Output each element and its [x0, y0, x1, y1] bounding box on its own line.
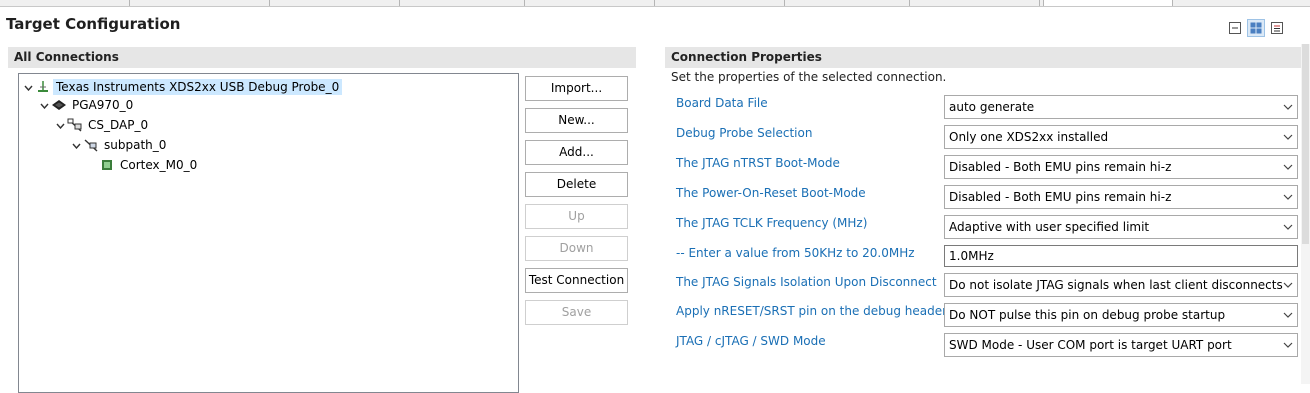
editor-tab-strip: [0, 0, 1310, 7]
select-value: Do NOT pulse this pin on debug probe sta…: [949, 308, 1226, 322]
connections-tree[interactable]: Texas Instruments XDS2xx USB Debug Probe…: [18, 73, 519, 393]
select-value: Adaptive with user specified limit: [949, 220, 1150, 234]
view-toolbar: [1226, 19, 1286, 37]
all-connections-header: All Connections: [8, 47, 636, 68]
chevron-down-icon[interactable]: [21, 81, 35, 94]
property-label-board-data-file: Board Data File: [676, 96, 768, 110]
delete-button[interactable]: Delete: [525, 172, 628, 197]
editor-tab[interactable]: [400, 0, 525, 6]
editor-tab[interactable]: [785, 0, 910, 6]
connection-properties-header: Connection Properties: [665, 47, 1301, 68]
tree-item-cpu[interactable]: Cortex_M0_0: [99, 156, 200, 174]
cpu-icon: [99, 157, 115, 173]
property-label-frequency-value: -- Enter a value from 50KHz to 20.0MHz: [676, 246, 915, 260]
properties-scrollbar[interactable]: [1301, 44, 1310, 384]
chevron-down-icon[interactable]: [1279, 334, 1297, 356]
tree-item-label: subpath_0: [104, 138, 167, 152]
editor-tab[interactable]: [525, 0, 655, 6]
editor-tab[interactable]: [655, 0, 785, 6]
test-connection-button[interactable]: Test Connection: [525, 268, 628, 293]
chevron-down-icon[interactable]: [1279, 126, 1297, 148]
property-label-debug-probe-selection: Debug Probe Selection: [676, 126, 813, 140]
save-button[interactable]: Save: [525, 300, 628, 325]
page-title: Target Configuration: [6, 15, 181, 33]
tree-item-dap[interactable]: CS_DAP_0: [53, 116, 151, 134]
tree-item-label: CS_DAP_0: [88, 118, 149, 132]
editor-tab[interactable]: [910, 0, 1040, 6]
select-value: Disabled - Both EMU pins remain hi-z: [949, 190, 1172, 204]
chevron-down-icon[interactable]: [1279, 156, 1297, 178]
up-button[interactable]: Up: [525, 204, 628, 229]
debug-probe-selection-select[interactable]: Only one XDS2xx installed: [944, 125, 1298, 149]
jtag-swd-mode-select[interactable]: SWD Mode - User COM port is target UART …: [944, 333, 1298, 357]
editor-tab[interactable]: [0, 0, 130, 6]
import-button[interactable]: Import...: [525, 76, 628, 101]
tree-item-label: PGA970_0: [72, 98, 134, 112]
ntrst-boot-mode-select[interactable]: Disabled - Both EMU pins remain hi-z: [944, 155, 1298, 179]
scrollbar-thumb[interactable]: [1302, 44, 1309, 244]
chevron-down-icon[interactable]: [37, 99, 51, 112]
chevron-down-icon[interactable]: [1279, 274, 1297, 296]
tree-item-label: Cortex_M0_0: [120, 158, 198, 172]
select-value: auto generate: [949, 100, 1035, 114]
tclk-frequency-select[interactable]: Adaptive with user specified limit: [944, 215, 1298, 239]
property-label-tclk-frequency: The JTAG TCLK Frequency (MHz): [676, 216, 868, 230]
chevron-down-icon[interactable]: [1279, 96, 1297, 118]
property-label-ntrst-boot-mode: The JTAG nTRST Boot-Mode: [676, 156, 840, 170]
tree-item-label: Texas Instruments XDS2xx USB Debug Probe…: [53, 79, 343, 95]
editor-tab[interactable]: [270, 0, 400, 6]
property-label-nreset-srst: Apply nRESET/SRST pin on the debug heade…: [676, 304, 948, 318]
grid-view-icon[interactable]: [1247, 19, 1265, 37]
subpath-icon: [83, 137, 99, 153]
connection-properties-subtitle: Set the properties of the selected conne…: [671, 70, 947, 84]
tree-item-subpath[interactable]: subpath_0: [69, 136, 169, 154]
signals-isolation-select[interactable]: Do not isolate JTAG signals when last cl…: [944, 273, 1298, 297]
frequency-value-input[interactable]: 1.0MHz: [944, 245, 1298, 267]
board-data-file-select[interactable]: auto generate: [944, 95, 1298, 119]
power-on-reset-boot-mode-select[interactable]: Disabled - Both EMU pins remain hi-z: [944, 185, 1298, 209]
editor-tab[interactable]: [130, 0, 270, 6]
chip-icon: [51, 97, 67, 113]
select-value: Disabled - Both EMU pins remain hi-z: [949, 160, 1172, 174]
list-view-icon[interactable]: [1268, 19, 1286, 37]
chevron-down-icon[interactable]: [1279, 216, 1297, 238]
property-label-jtag-swd-mode: JTAG / cJTAG / SWD Mode: [676, 334, 826, 348]
select-value: SWD Mode - User COM port is target UART …: [949, 338, 1232, 352]
probe-icon: [35, 79, 51, 95]
down-button[interactable]: Down: [525, 236, 628, 261]
add-button[interactable]: Add...: [525, 140, 628, 165]
chevron-down-icon[interactable]: [1279, 186, 1297, 208]
select-value: Do not isolate JTAG signals when last cl…: [949, 278, 1283, 292]
nreset-srst-select[interactable]: Do NOT pulse this pin on debug probe sta…: [944, 303, 1298, 327]
collapse-icon[interactable]: [1226, 19, 1244, 37]
chevron-down-icon[interactable]: [69, 139, 83, 152]
property-label-signals-isolation: The JTAG Signals Isolation Upon Disconne…: [676, 275, 937, 289]
tree-item-device[interactable]: PGA970_0: [37, 96, 136, 114]
chevron-down-icon[interactable]: [53, 119, 67, 132]
editor-tab-active[interactable]: [1043, 0, 1173, 6]
select-value: Only one XDS2xx installed: [949, 130, 1109, 144]
tree-item-probe[interactable]: Texas Instruments XDS2xx USB Debug Probe…: [21, 78, 343, 96]
property-label-power-on-reset-boot-mode: The Power-On-Reset Boot-Mode: [676, 186, 866, 200]
new-button[interactable]: New...: [525, 108, 628, 133]
dap-icon: [67, 117, 83, 133]
chevron-down-icon[interactable]: [1279, 304, 1297, 326]
